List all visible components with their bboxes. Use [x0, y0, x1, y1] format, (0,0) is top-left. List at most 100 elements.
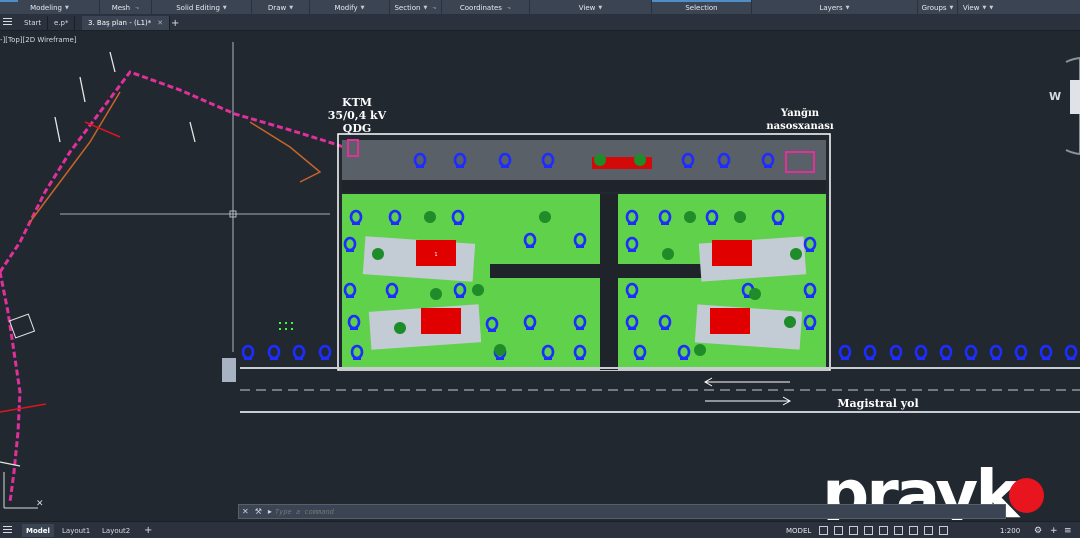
- ribbon-panel-layers[interactable]: Layers ▼: [752, 0, 918, 15]
- close-icon[interactable]: ✕: [157, 19, 163, 27]
- selection-cycling-icon[interactable]: [924, 526, 933, 535]
- annotation-icon[interactable]: [939, 526, 948, 535]
- ribbon-panel-label: Solid Editing: [176, 3, 220, 12]
- internal-road-center: [600, 194, 618, 370]
- tree-symbol: [241, 344, 255, 360]
- chevron-down-icon: ▼: [845, 4, 850, 11]
- add-layout-label: +: [144, 525, 153, 536]
- ribbon-panel-modify[interactable]: Modify ▼: [310, 0, 390, 15]
- shrub-symbol: [394, 322, 406, 334]
- gate-block: [222, 358, 236, 382]
- building-ne: [698, 236, 807, 282]
- building-number: 1: [434, 252, 437, 258]
- tree-symbol: [292, 344, 306, 360]
- viewcube-face[interactable]: [1070, 80, 1080, 114]
- hamburger-menu-icon[interactable]: [3, 18, 12, 27]
- tab-label: 3. Baş plan - (L1)*: [88, 19, 152, 27]
- file-tab-bar: Start e.p* 3. Baş plan - (L1)* ✕ +: [0, 15, 1080, 31]
- tree-symbol: [1064, 344, 1078, 360]
- viewcube-west-label[interactable]: W: [1049, 90, 1061, 103]
- shrub-symbol: [734, 211, 746, 223]
- ribbon-panel-mesh[interactable]: Mesh ⬎: [100, 0, 152, 15]
- grid-icon[interactable]: [819, 526, 828, 535]
- ribbon-panel-label: View: [578, 3, 596, 12]
- ribbon-panel-label: Groups: [921, 3, 947, 12]
- command-input[interactable]: [274, 507, 975, 516]
- chevron-down-icon: ▼: [949, 4, 954, 11]
- snap-icon[interactable]: [834, 526, 843, 535]
- tab-file-ep[interactable]: e.p*: [48, 16, 76, 30]
- tree-symbol: [838, 344, 852, 360]
- tab-bas-plan[interactable]: 3. Baş plan - (L1)* ✕: [82, 16, 171, 30]
- pump-station-label-2: nasosxanası: [766, 121, 834, 132]
- polar-icon[interactable]: [864, 526, 873, 535]
- chevron-down-icon: ▼: [423, 4, 428, 11]
- ribbon-panel-groups[interactable]: Groups ▼: [918, 0, 958, 15]
- model-space-button[interactable]: MODEL: [786, 524, 811, 537]
- internal-road-north: [342, 180, 826, 192]
- tree-symbol: [989, 344, 1003, 360]
- tab-label: Start: [24, 19, 42, 27]
- customize-menu-icon[interactable]: ≡: [1064, 524, 1072, 537]
- ortho-icon[interactable]: [849, 526, 858, 535]
- chevron-down-icon: ▼: [989, 4, 994, 11]
- layout-list-icon[interactable]: [3, 526, 12, 535]
- tree-symbol: [318, 344, 332, 360]
- new-tab-button[interactable]: +: [165, 16, 185, 30]
- ribbon-panel-coordinates[interactable]: Coordinates ⬎: [442, 0, 530, 15]
- tab-model[interactable]: Model: [22, 524, 54, 537]
- ribbon-panel-label: Selection: [685, 3, 718, 12]
- chevron-down-icon: ▼: [64, 4, 69, 11]
- settings-gear-icon[interactable]: ⚙: [1034, 524, 1042, 537]
- scale-label: 1:200: [1000, 526, 1021, 535]
- shrub-symbol: [662, 248, 674, 260]
- plus-icon[interactable]: +: [1050, 524, 1058, 537]
- tab-label: Layout2: [102, 526, 131, 535]
- dialog-launcher-icon: ⬎: [432, 4, 437, 11]
- ribbon-panel-selection[interactable]: Selection: [652, 0, 752, 15]
- tab-layout2[interactable]: Layout2: [98, 524, 134, 537]
- shrub-symbol: [539, 211, 551, 223]
- shrub-symbol: [684, 211, 696, 223]
- chevron-down-icon: ▼: [598, 4, 603, 11]
- close-icon[interactable]: ✕: [242, 507, 249, 516]
- ribbon-panel-label: Layers: [819, 3, 843, 12]
- ribbon-panel-view[interactable]: View ▼: [530, 0, 652, 15]
- ribbon-panel-bar: Modeling ▼ Mesh ⬎ Solid Editing ▼ Draw ▼ Mod…: [0, 0, 1080, 15]
- status-tools: [816, 524, 951, 537]
- lineweight-icon[interactable]: [909, 526, 918, 535]
- tab-label: Model: [26, 526, 50, 535]
- road-label: Magistral yol: [837, 397, 918, 410]
- ribbon-panel-modeling[interactable]: Modeling ▼: [0, 0, 100, 15]
- ribbon-panel-solid-editing[interactable]: Solid Editing ▼: [152, 0, 252, 15]
- status-bar: Model Layout1 Layout2 + MODEL 1:200 ⚙ + …: [0, 521, 1080, 538]
- chevron-down-icon: ▼: [360, 4, 365, 11]
- ribbon-panel-section[interactable]: Section ▼ ⬎: [390, 0, 442, 15]
- tab-label: Layout1: [62, 526, 91, 535]
- shrub-symbol: [784, 316, 796, 328]
- tree-symbol: [267, 344, 281, 360]
- wrench-icon[interactable]: ⚒: [255, 507, 262, 516]
- command-line: ✕ ⚒ ▸: [238, 504, 1006, 519]
- ribbon-panel-draw[interactable]: Draw ▼: [252, 0, 310, 15]
- model-space-label: MODEL: [786, 526, 812, 535]
- ktm-qdg-label: QDG: [343, 122, 372, 135]
- command-history-icon[interactable]: ▸: [268, 507, 272, 516]
- building-se: [694, 304, 803, 350]
- osnap-icon[interactable]: [879, 526, 888, 535]
- watermark-dot-icon: [1009, 478, 1044, 513]
- drawing-viewport[interactable]: -][Top][2D Wireframe] 1 KTM 35/0,4 kV QD…: [0, 32, 1080, 520]
- tab-layout1[interactable]: Layout1: [58, 524, 94, 537]
- tab-start[interactable]: Start: [18, 16, 49, 30]
- shrub-symbol: [494, 344, 506, 356]
- dialog-launcher-icon: ⬎: [506, 4, 512, 11]
- tree-symbol: [939, 344, 953, 360]
- shrub-symbol: [594, 154, 606, 166]
- add-layout-button[interactable]: +: [140, 524, 156, 537]
- ribbon-panel-view-2[interactable]: View ▼ ▼: [958, 0, 998, 15]
- dialog-launcher-icon: ⬎: [135, 4, 140, 11]
- shrub-symbol: [430, 288, 442, 300]
- autocad-window: Modeling ▼ Mesh ⬎ Solid Editing ▼ Draw ▼ Mod…: [0, 0, 1080, 538]
- annotation-scale[interactable]: 1:200: [1000, 524, 1020, 537]
- otrack-icon[interactable]: [894, 526, 903, 535]
